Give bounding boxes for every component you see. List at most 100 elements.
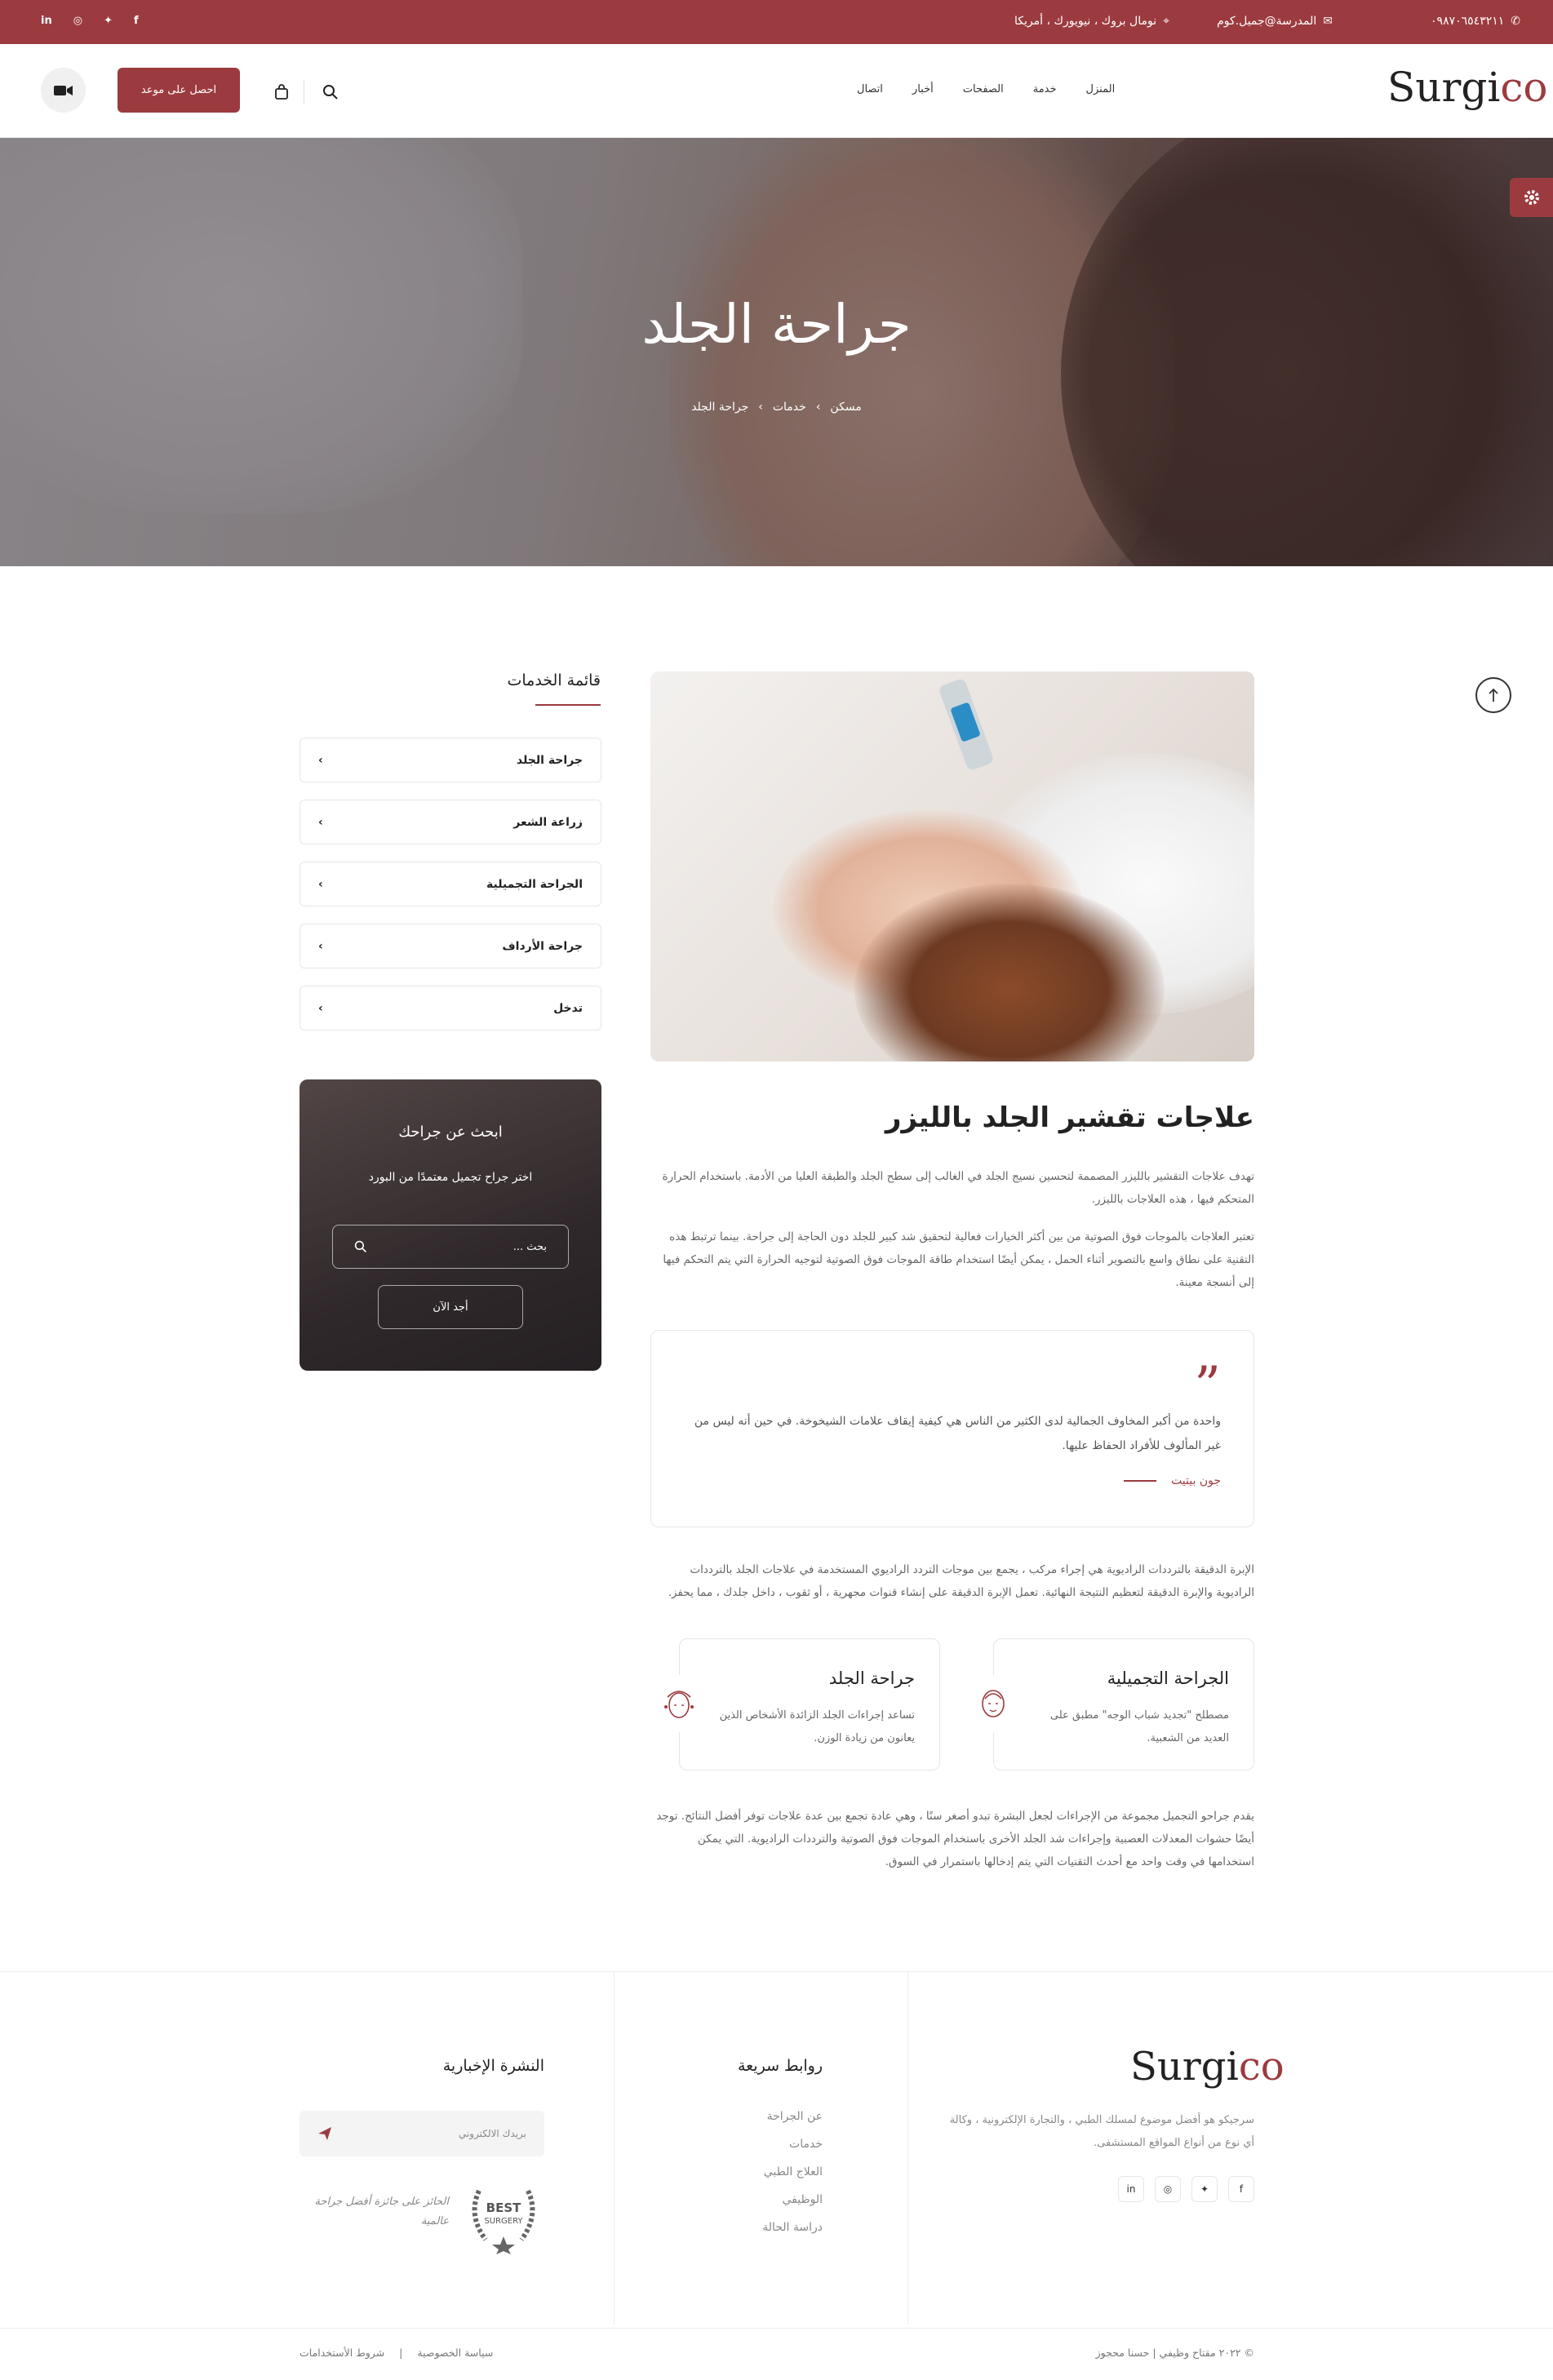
badge-text-top: BEST xyxy=(486,2201,521,2215)
footer-logo[interactable]: Surgico xyxy=(1130,2044,1285,2090)
footer-link-careers[interactable]: الوظيفي xyxy=(702,2186,823,2214)
service-item-hair-transplant[interactable]: زراعة الشعر › xyxy=(300,800,601,844)
breadcrumb-home[interactable]: مسكن xyxy=(830,401,861,414)
logo-part-1: Surgi xyxy=(1387,64,1501,111)
page-title: جراحة الجلد xyxy=(641,293,912,356)
breadcrumb-services[interactable]: خدمات xyxy=(773,401,806,414)
feature-card-skin[interactable]: جراحة الجلد تساعد إجراءات الجلد الزائدة … xyxy=(650,1638,940,1771)
find-surgeon-title: ابحث عن جراحك xyxy=(398,1124,503,1141)
footer-link-treatment[interactable]: العلاج الطبي xyxy=(702,2158,823,2186)
footer-divider xyxy=(614,1972,615,2325)
breadcrumb: مسكن › خدمات › جراحة الجلد xyxy=(0,401,1553,414)
feature-card-cosmetic[interactable]: الجراحة التجميلية مصطلح "تجديد شباب الوج… xyxy=(965,1638,1254,1771)
footer-link-about[interactable]: عن الجراحة xyxy=(702,2103,823,2130)
service-item-cosmetic-surgery[interactable]: الجراحة التجميلية › xyxy=(300,862,601,906)
logo-part-2: co xyxy=(1238,2044,1285,2090)
award-text: الحائز على جائزة أفضل جراحة عالمية xyxy=(314,2196,449,2227)
search-icon[interactable] xyxy=(317,78,344,106)
newsletter-email-input[interactable]: بريدك الالكتروني xyxy=(300,2111,544,2156)
settings-toggle[interactable] xyxy=(1510,178,1553,217)
linkedin-icon[interactable]: in xyxy=(41,15,52,27)
main-nav: المنزل خدمة الصفحات أخبار اتصال xyxy=(857,83,1115,95)
video-call-button[interactable] xyxy=(41,68,86,113)
search-placeholder: بحث ... xyxy=(512,1240,547,1253)
service-label: جراحة الجلد xyxy=(517,753,583,767)
scroll-to-top-button[interactable] xyxy=(1475,677,1511,713)
laser-treatment-image xyxy=(650,671,1254,1061)
paragraph-1: تهدف علاجات التقشير بالليزر المصممة لتحس… xyxy=(662,1170,1254,1206)
service-label: زراعة الشعر xyxy=(513,815,583,829)
facebook-icon[interactable]: f xyxy=(134,15,139,27)
footer-bottom-bar: © ٢٠٢٢ مقتاح وظيفي | حسنا محجوز سياسة ال… xyxy=(0,2328,1553,2380)
linkedin-icon[interactable]: in xyxy=(1118,2176,1144,2202)
privacy-policy-link[interactable]: سياسة الخصوصية xyxy=(417,2347,493,2359)
service-label: جراحة الأرداف xyxy=(502,939,583,953)
email-placeholder: بريدك الالكتروني xyxy=(458,2128,526,2139)
quote-icon: ” xyxy=(1194,1356,1221,1416)
footer-about: سرجيكو هو أفضل موضوع لمسلك الطبي ، والتج… xyxy=(949,2114,1254,2149)
instagram-icon[interactable]: ◎ xyxy=(73,15,82,27)
service-item-intervention[interactable]: تدخل › xyxy=(300,986,601,1030)
arrow-up-icon xyxy=(1489,688,1498,702)
phone-info[interactable]: ✆ ٠٩٨٧٠٦٥٤٣٢١١ xyxy=(1431,15,1520,28)
top-bar: ✆ ٠٩٨٧٠٦٥٤٣٢١١ ✉ المدرسة@جميل.كوم ⌖ نوما… xyxy=(0,0,1553,44)
face-skin-icon xyxy=(650,1675,708,1732)
nav-home[interactable]: المنزل xyxy=(1086,83,1116,95)
logo-part-1: Surgi xyxy=(1130,2044,1239,2090)
paragraph-2: تعتبر العلاجات بالموجات فوق الصوتية من ب… xyxy=(663,1230,1254,1289)
quote-author-name: جون بيتيت xyxy=(1171,1474,1221,1487)
paragraph-4: يقدم جراحو التجميل مجموعة من الإجراءات ل… xyxy=(656,1810,1254,1868)
paragraph-3: الإبرة الدقيقة بالترددات الراديوية هي إج… xyxy=(668,1563,1254,1599)
gear-icon xyxy=(1524,190,1539,205)
feature-title: جراحة الجلد xyxy=(828,1669,915,1688)
feature-text: مصطلح "تجديد شباب الوجه" مطبق على العديد… xyxy=(1049,1709,1229,1744)
send-icon[interactable] xyxy=(317,2126,332,2141)
nav-service[interactable]: خدمة xyxy=(1033,83,1057,95)
address-text: نومال بروك ، نيويورك ، أمريكا xyxy=(1014,15,1157,28)
surgeon-search-input[interactable]: بحث ... xyxy=(332,1225,569,1269)
phone-number: ٠٩٨٧٠٦٥٤٣٢١١ xyxy=(1431,15,1505,28)
quote-text: واحدة من أكبر المخاوف الجمالية لدى الكثي… xyxy=(694,1415,1221,1452)
envelope-icon: ✉ xyxy=(1323,15,1333,28)
newsletter-title: النشرة الإخبارية xyxy=(442,2057,544,2075)
email-info[interactable]: ✉ المدرسة@جميل.كوم xyxy=(1217,15,1333,28)
chevron-left-icon: › xyxy=(318,1001,323,1015)
best-surgery-badge: BEST SURGERY xyxy=(463,2183,544,2254)
twitter-icon[interactable]: ✦ xyxy=(104,15,113,27)
address-info: ⌖ نومال بروك ، نيويورك ، أمريكا xyxy=(1014,15,1169,28)
service-label: تدخل xyxy=(553,1001,583,1015)
service-item-buttock-surgery[interactable]: جراحة الأرداف › xyxy=(300,924,601,968)
footer-link-services[interactable]: خدمات xyxy=(702,2130,823,2158)
logo-part-2: co xyxy=(1500,64,1548,111)
chevron-left-icon: › xyxy=(318,753,323,767)
footer-link-case-study[interactable]: دراسة الحالة xyxy=(702,2214,823,2241)
services-list-title: قائمة الخدمات xyxy=(507,671,601,689)
legal-separator: | xyxy=(399,2347,403,2359)
feature-title: الجراحة التجميلية xyxy=(1107,1669,1229,1688)
location-pin-icon: ⌖ xyxy=(1163,15,1169,28)
email-address: المدرسة@جميل.كوم xyxy=(1217,15,1317,28)
facebook-icon[interactable]: f xyxy=(1228,2176,1254,2202)
copyright: © ٢٠٢٢ مقتاح وظيفي | حسنا محجوز xyxy=(1095,2347,1254,2359)
legal-links: سياسة الخصوصية | شروط الأستخدامات xyxy=(300,2347,493,2359)
feature-text: تساعد إجراءات الجلد الزائدة الأشخاص الذي… xyxy=(719,1709,915,1744)
terms-link[interactable]: شروط الأستخدامات xyxy=(300,2347,384,2359)
instagram-icon[interactable]: ◎ xyxy=(1155,2176,1181,2202)
phone-icon: ✆ xyxy=(1511,15,1520,28)
appointment-button[interactable]: احصل على موعد xyxy=(118,68,240,113)
nav-contact[interactable]: اتصال xyxy=(857,83,883,95)
find-now-button[interactable]: أجد الآن xyxy=(378,1285,523,1329)
shopping-bag-icon[interactable] xyxy=(268,78,295,106)
video-camera-icon xyxy=(53,85,73,95)
service-label: الجراحة التجميلية xyxy=(486,877,583,891)
face-icon xyxy=(965,1675,1022,1732)
twitter-icon[interactable]: ✦ xyxy=(1191,2176,1218,2202)
search-icon xyxy=(354,1240,366,1252)
nav-pages[interactable]: الصفحات xyxy=(963,83,1004,95)
nav-news[interactable]: أخبار xyxy=(912,83,934,95)
site-footer: Surgico سرجيكو هو أفضل موضوع لمسلك الطبي… xyxy=(0,1971,1553,2380)
service-item-skin-surgery[interactable]: جراحة الجلد › xyxy=(300,738,601,782)
site-logo[interactable]: Surgico xyxy=(1387,64,1547,111)
chevron-left-icon: › xyxy=(318,877,323,891)
badge-text-bottom: SURGERY xyxy=(484,2217,523,2226)
